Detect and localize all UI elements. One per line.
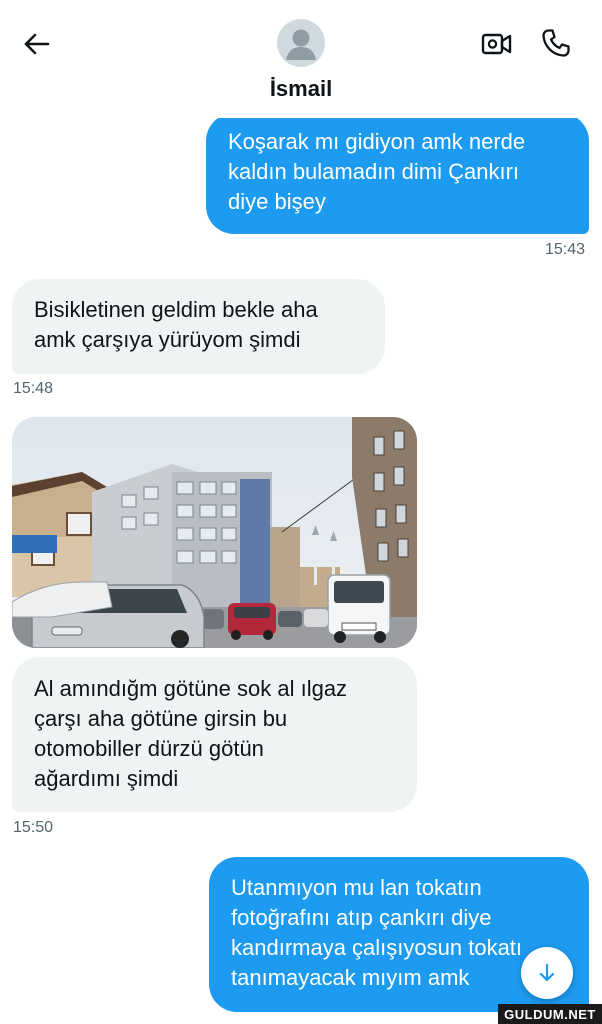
video-call-button[interactable] [478,26,516,62]
message-timestamp: 15:50 [13,819,54,836]
street-photo[interactable] [12,417,417,648]
message-text: otomobiller dürzü götün [34,736,264,761]
scroll-to-bottom-button[interactable] [521,947,573,999]
phone-icon [542,29,570,57]
arrow-left-icon [24,33,50,55]
message-text: kandırmaya çalışıyosun tokatı [231,935,523,960]
message-text: Bisikletinen geldim bekle aha [34,297,318,322]
message-timestamp: 15:48 [13,380,54,397]
arrow-down-icon [539,963,555,982]
message-text: diye bişey [228,189,326,214]
watermark: GULDUM.NET [498,1004,602,1024]
avatar[interactable] [277,19,325,67]
default-avatar-icon [286,29,316,60]
street-photo-image [12,417,417,648]
message-text: fotoğrafını atıp çankırı diye [231,905,492,930]
message-text: Koşarak mı gidiyon amk nerde [228,129,526,154]
message-bubble-received[interactable]: Bisikletinen geldim bekle aha amk çarşıy… [12,279,385,374]
back-button[interactable] [16,26,56,62]
message-bubble-received[interactable]: Al amındığm götüne sok al ılgaz çarşı ah… [12,657,417,812]
video-camera-icon [481,33,512,55]
message-text: tanımayacak mıyım amk [231,965,470,990]
message-text: Al amındığm götüne sok al ılgaz [34,676,348,701]
contact-name[interactable]: İsmail [0,76,602,102]
message-timestamp: 15:43 [545,241,586,258]
message-text: ağardımı şimdi [34,766,179,791]
message-text: amk çarşıya yürüyom şimdi [34,327,301,352]
conversation-header: İsmail [0,0,602,118]
message-text: kaldın bulamadın dimi Çankırı [228,159,520,184]
voice-call-button[interactable] [536,24,576,62]
message-text: çarşı aha götüne girsin bu [34,706,288,731]
message-text: Utanmıyon mu lan tokatın [231,875,482,900]
message-bubble-sent[interactable]: Koşarak mı gidiyon amk nerde kaldın bula… [206,113,589,234]
